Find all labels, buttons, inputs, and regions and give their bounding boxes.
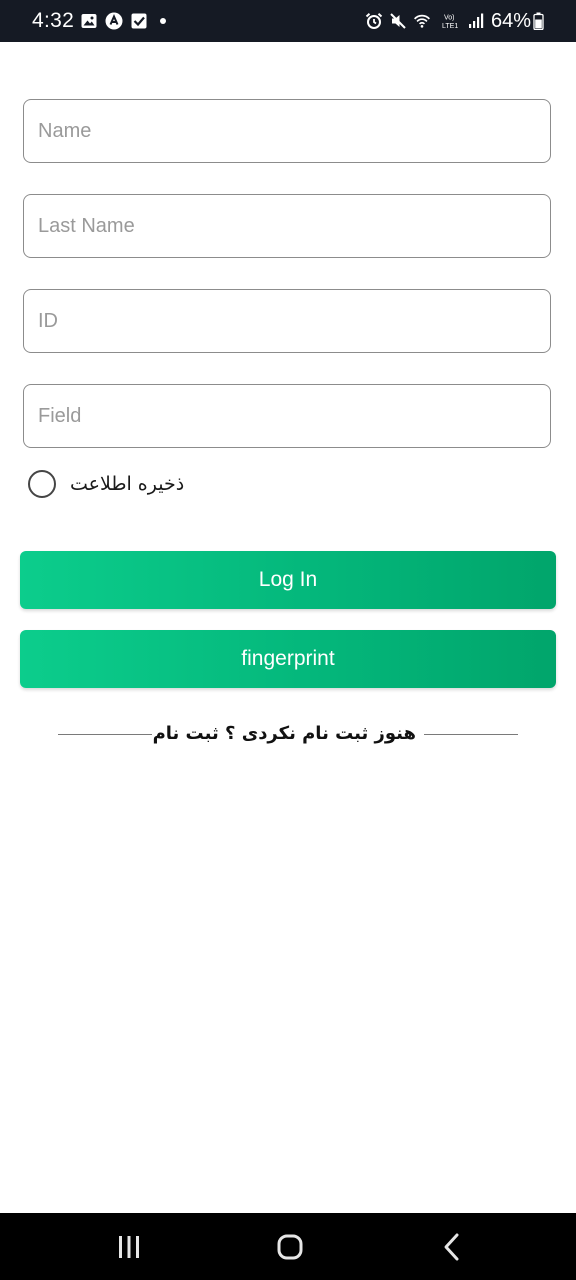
divider-line-right [424, 734, 518, 735]
alarm-icon [365, 13, 383, 29]
remember-info-label[interactable]: ذخیره اطلاعت [70, 470, 184, 498]
field-input[interactable] [23, 384, 551, 448]
volte-icon: Vo) LTE1 [442, 15, 458, 31]
last-name-input[interactable] [23, 194, 551, 258]
image-icon [81, 14, 97, 28]
notification-dot [160, 18, 166, 24]
login-button[interactable]: Log In [20, 551, 556, 609]
mute-icon [390, 13, 406, 29]
back-icon[interactable] [430, 1225, 474, 1269]
remember-info-radio[interactable] [28, 470, 56, 498]
status-bar: 4:32 Vo) LTE1 64% [0, 0, 576, 42]
svg-text:LTE1: LTE1 [442, 23, 458, 30]
battery-percent: 64% [491, 10, 532, 32]
fingerprint-button[interactable]: fingerprint [20, 630, 556, 688]
signal-icon [469, 13, 484, 28]
recent-apps-icon[interactable] [107, 1225, 151, 1269]
id-input[interactable] [23, 289, 551, 353]
svg-text:Vo): Vo) [444, 15, 455, 22]
a-badge-icon [105, 12, 123, 30]
battery-icon [533, 12, 544, 30]
status-time: 4:32 [32, 9, 75, 32]
divider-line-left [58, 734, 152, 735]
name-input[interactable] [23, 99, 551, 163]
wifi-icon [414, 14, 430, 28]
home-icon[interactable] [268, 1225, 312, 1269]
checkbox-icon [131, 13, 147, 29]
signup-link[interactable]: هنوز ثبت نام نکردی ؟ ثبت نام [153, 720, 416, 748]
navigation-bar [0, 1213, 576, 1280]
